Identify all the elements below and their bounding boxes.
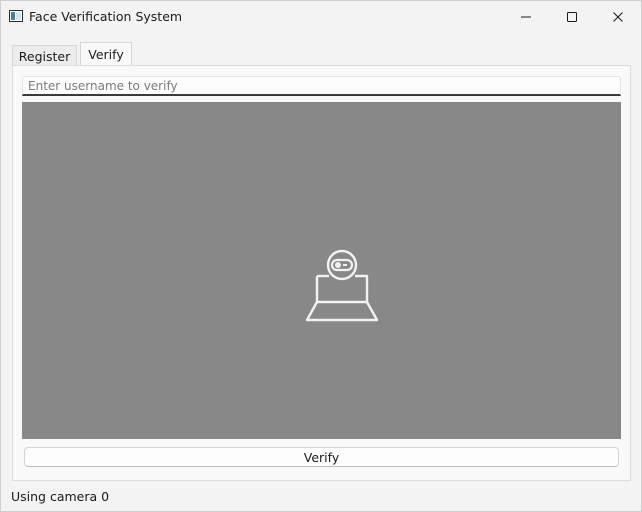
tab-register[interactable]: Register (12, 45, 77, 66)
title-bar[interactable]: Face Verification System (1, 1, 641, 33)
status-bar-text: Using camera 0 (11, 489, 110, 504)
window-title: Face Verification System (29, 9, 183, 24)
tab-register-label: Register (18, 48, 71, 64)
minimize-button[interactable] (503, 1, 549, 33)
tab-verify[interactable]: Verify (80, 42, 132, 66)
maximize-icon (566, 11, 578, 23)
app-window-icon (9, 10, 23, 22)
close-button[interactable] (595, 1, 641, 33)
minimize-icon (520, 11, 532, 23)
webcam-icon (305, 247, 381, 323)
maximize-button[interactable] (549, 1, 595, 33)
app-window: Face Verification System Register Verify (0, 0, 642, 512)
verify-button[interactable]: Verify (24, 447, 619, 467)
username-input[interactable] (22, 76, 621, 96)
tab-verify-label: Verify (88, 47, 124, 62)
close-icon (612, 11, 624, 23)
